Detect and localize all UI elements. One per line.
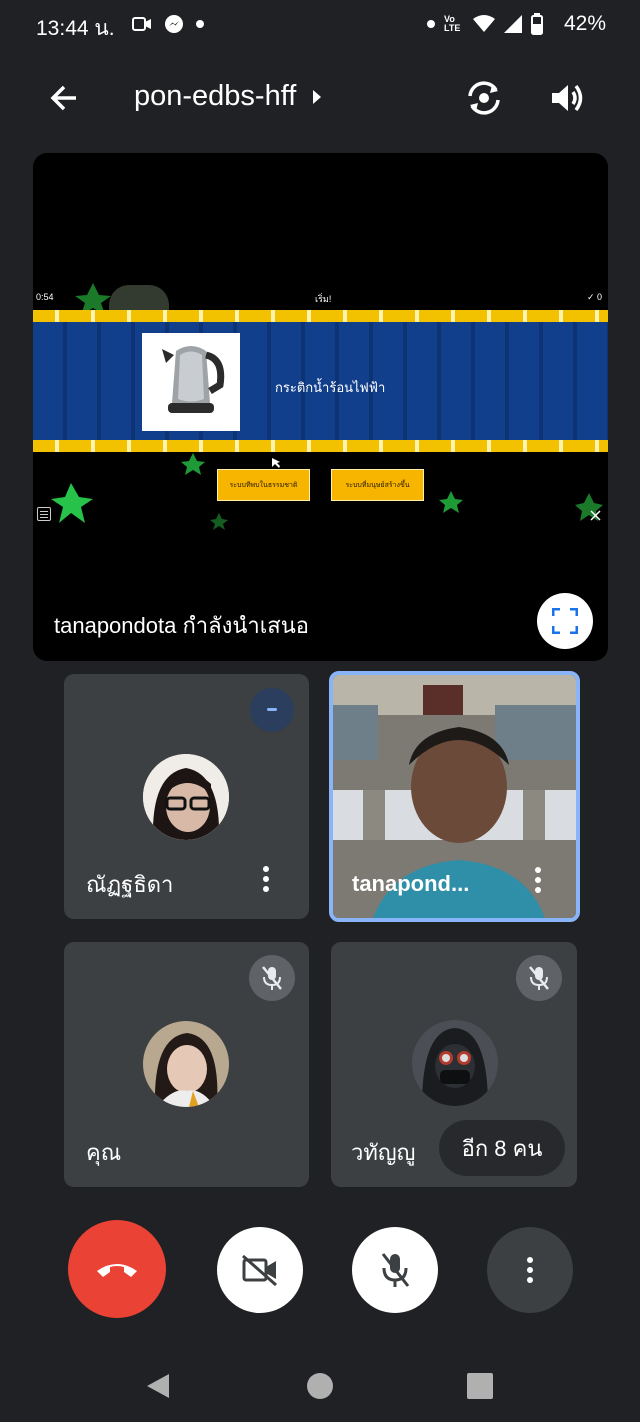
background-figure [109, 285, 169, 311]
avatar [412, 1020, 498, 1106]
gold-stripe-bottom [33, 440, 608, 452]
arrow-left-icon [50, 85, 76, 111]
camera-toggle-button[interactable] [217, 1227, 303, 1313]
more-vert-icon [526, 1257, 534, 1283]
participant-tile-1[interactable]: ณัฏฐธิดา [64, 674, 309, 919]
nav-back-icon[interactable] [145, 1372, 171, 1400]
video-off-icon [242, 1254, 277, 1287]
dot-icon [427, 20, 435, 28]
choice-human-made-system[interactable]: ระบบที่มนุษย์สร้างขึ้น [331, 469, 424, 501]
hang-up-icon [97, 1264, 137, 1277]
question-text: กระติกน้ำร้อนไฟฟ้า [275, 380, 386, 395]
status-bar: 13:44 น. Vo LTE 42% [0, 0, 640, 52]
avatar-photo [143, 1021, 229, 1107]
speaker-icon [552, 84, 583, 112]
quiz-start-label: เริ่ม! [315, 294, 332, 304]
quiz-score: ✓ 0 [586, 292, 602, 302]
camera-icon [132, 17, 151, 31]
quiz-timer: 0:54 [36, 292, 54, 302]
more-options-icon[interactable] [262, 866, 270, 896]
more-participants-chip[interactable]: อีก 8 คน [439, 1120, 565, 1176]
close-icon[interactable] [590, 510, 601, 521]
participant-name: คุณ [86, 1140, 122, 1165]
muted-indicator [249, 955, 295, 1001]
muted-indicator [516, 955, 562, 1001]
participant-tile-4[interactable]: วทัญญู อีก 8 คน [331, 942, 577, 1187]
kettle-image [142, 333, 240, 431]
speaker-button[interactable] [545, 74, 593, 122]
avatar-photo [143, 754, 229, 840]
mic-off-icon [381, 1253, 410, 1287]
avatar-photo [412, 1020, 498, 1106]
avatar [143, 1021, 229, 1107]
nav-home-icon[interactable] [306, 1372, 334, 1400]
speaking-indicator [250, 688, 294, 732]
meeting-info-button[interactable]: pon-edbs-hff [134, 80, 322, 113]
system-icons: Vo LTE [427, 13, 543, 35]
gold-stripe-top [33, 310, 608, 322]
participant-tile-2[interactable]: tanapond... [329, 671, 580, 922]
participant-name: ณัฏฐธิดา [86, 872, 174, 897]
fullscreen-button[interactable] [537, 593, 593, 649]
battery-icon [531, 13, 543, 35]
fullscreen-icon [552, 608, 578, 634]
status-time: 13:44 น. [36, 17, 115, 40]
meeting-header: pon-edbs-hff [0, 62, 640, 138]
avatar [143, 754, 229, 840]
cursor-icon [272, 458, 280, 468]
end-call-button[interactable] [68, 1220, 166, 1318]
more-options-button[interactable] [487, 1227, 573, 1313]
notification-icons [132, 14, 204, 34]
switch-camera-button[interactable] [460, 74, 508, 122]
mic-off-icon [529, 966, 549, 990]
signal-icon [504, 15, 522, 33]
battery-percent: 42% [563, 12, 606, 35]
back-button[interactable] [40, 74, 88, 122]
more-options-icon[interactable] [534, 867, 542, 897]
presentation-view[interactable]: 0:54 เริ่ม! ✓ 0 กระติกน้ำร้อนไฟฟ้า ระบบท… [33, 153, 608, 661]
dot-icon [196, 20, 204, 28]
nav-recents-icon[interactable] [467, 1373, 493, 1399]
mic-off-icon [262, 966, 282, 990]
menu-list-icon[interactable] [37, 507, 51, 521]
caret-right-icon [313, 89, 322, 104]
participant-name: tanapond... [352, 871, 470, 896]
system-nav-bar [0, 1340, 640, 1422]
kettle-icon [162, 346, 225, 413]
switch-camera-icon [468, 81, 500, 115]
participant-name: วทัญญู [351, 1140, 416, 1165]
participant-tile-3[interactable]: คุณ [64, 942, 309, 1187]
volte-icon: Vo LTE [444, 14, 461, 33]
meeting-code: pon-edbs-hff [134, 80, 297, 112]
presenter-label: tanapondota กำลังนำเสนอ [54, 613, 309, 638]
mic-toggle-button[interactable] [352, 1227, 438, 1313]
wifi-icon [473, 15, 495, 32]
messenger-icon [165, 15, 183, 33]
choice-natural-system[interactable]: ระบบทีพบในธรรมชาติ [217, 469, 310, 501]
audio-level-icon [267, 708, 277, 711]
